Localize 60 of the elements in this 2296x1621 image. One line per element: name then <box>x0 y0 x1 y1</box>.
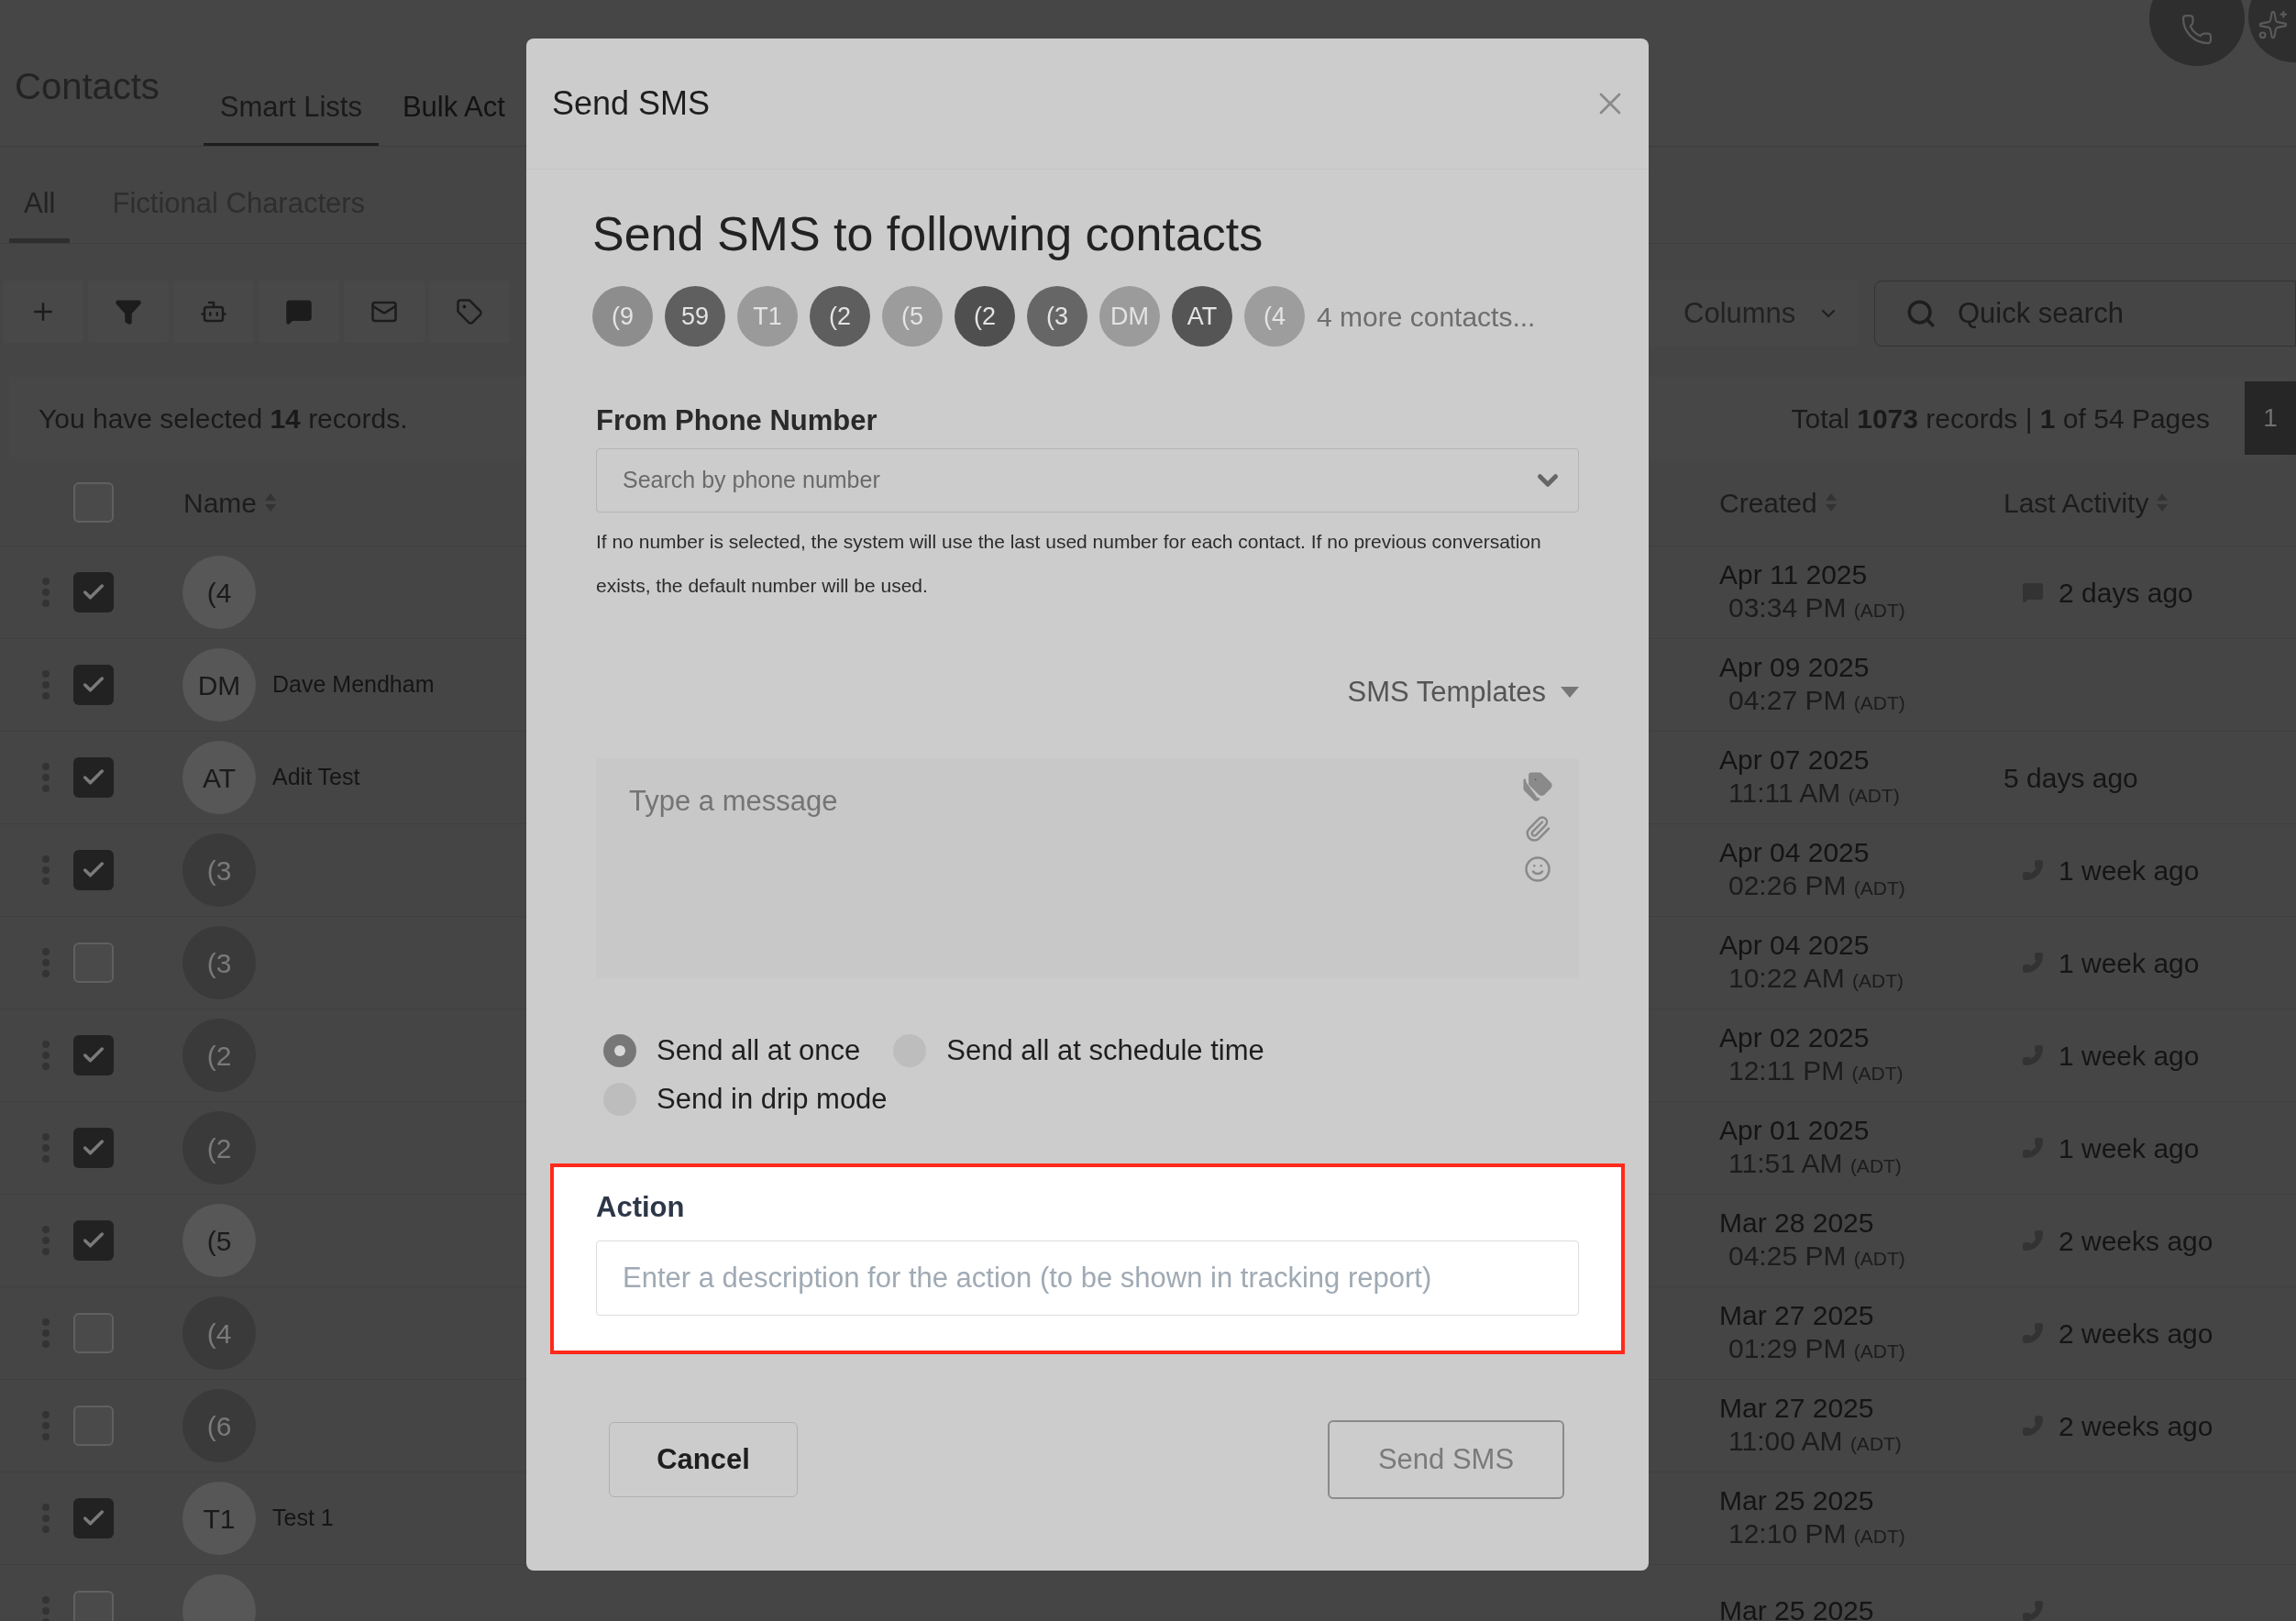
emoji-icon[interactable] <box>1524 855 1551 883</box>
row-checkbox[interactable] <box>73 850 114 890</box>
row-checkbox[interactable] <box>73 1220 114 1261</box>
row-checkbox[interactable] <box>73 943 114 983</box>
row-checkbox[interactable] <box>73 1313 114 1353</box>
dialog-heading: Send SMS to following contacts <box>592 206 1264 261</box>
avatar: (4 <box>182 556 256 629</box>
row-checkbox[interactable] <box>73 1128 114 1168</box>
help-text: If no number is selected, the system will use the last used number for each contact. If no previous conversation exists, the default number will be used. <box>596 530 1542 598</box>
more-contacts-text[interactable]: 4 more contacts... <box>1317 295 1536 337</box>
page-number-button[interactable]: 1 <box>2245 381 2296 455</box>
avatar: (5 <box>182 1204 256 1277</box>
recipient-avatar: DM <box>1099 286 1160 347</box>
field-label: Action <box>596 1191 686 1224</box>
send-mode-radio[interactable]: Send all at once <box>603 1029 861 1073</box>
dialog-title: Send SMS <box>552 83 711 124</box>
row-checkbox[interactable] <box>73 1591 114 1621</box>
avatar: AT <box>182 741 256 814</box>
caret-icon <box>1561 687 1579 698</box>
avatar: (2 <box>182 1111 256 1185</box>
avatar: (3 <box>182 926 256 999</box>
row-checkbox[interactable] <box>73 757 114 798</box>
cancel-button[interactable]: Cancel <box>609 1422 798 1497</box>
recipient-avatar: T1 <box>737 286 798 347</box>
field-label: From Phone Number <box>596 404 878 436</box>
recipient-avatar: (2 <box>810 286 870 347</box>
message-field[interactable]: Type a message <box>596 758 1579 978</box>
recipient-avatar: 59 <box>665 286 725 347</box>
row-checkbox[interactable] <box>73 1406 114 1446</box>
sparkle-icon <box>2257 9 2289 40</box>
recipient-avatar: (2 <box>955 286 1015 347</box>
recipient-avatar: AT <box>1172 286 1232 347</box>
send-mode-radio[interactable]: Send in drip mode <box>603 1077 888 1121</box>
row-checkbox[interactable] <box>73 1035 114 1075</box>
phone-number-select[interactable]: Search by phone number <box>596 448 1579 513</box>
send-sms-button[interactable]: Send SMS <box>1328 1420 1564 1499</box>
select-all-checkbox[interactable] <box>73 482 114 523</box>
avatar: (3 <box>182 833 256 907</box>
row-checkbox[interactable] <box>73 665 114 705</box>
tag-icon[interactable] <box>1522 771 1553 802</box>
action-description-field[interactable]: Enter a description for the action (to be shown in tracking report) <box>596 1241 1579 1316</box>
recipient-avatar: (3 <box>1027 286 1087 347</box>
recipient-avatar: (9 <box>592 286 653 347</box>
avatar: (6 <box>182 1389 256 1462</box>
filter-icon <box>115 298 142 325</box>
avatar: T1 <box>182 1482 256 1555</box>
search-icon <box>1905 298 1937 329</box>
avatar: DM <box>182 648 256 722</box>
recipient-avatar: (4 <box>1244 286 1305 347</box>
paperclip-icon[interactable] <box>1524 815 1551 843</box>
row-checkbox[interactable] <box>73 572 114 612</box>
avatar: (2 <box>182 1019 256 1092</box>
send-mode-radio[interactable]: Send all at schedule time <box>893 1029 1264 1073</box>
recipient-avatar: (5 <box>882 286 943 347</box>
avatar: (4 <box>182 1296 256 1370</box>
tag-icon <box>456 298 483 325</box>
row-checkbox[interactable] <box>73 1498 114 1538</box>
message-icon <box>285 298 313 325</box>
sms-templates-dropdown[interactable]: SMS Templates <box>1347 674 1579 711</box>
phone-icon <box>2180 13 2213 46</box>
